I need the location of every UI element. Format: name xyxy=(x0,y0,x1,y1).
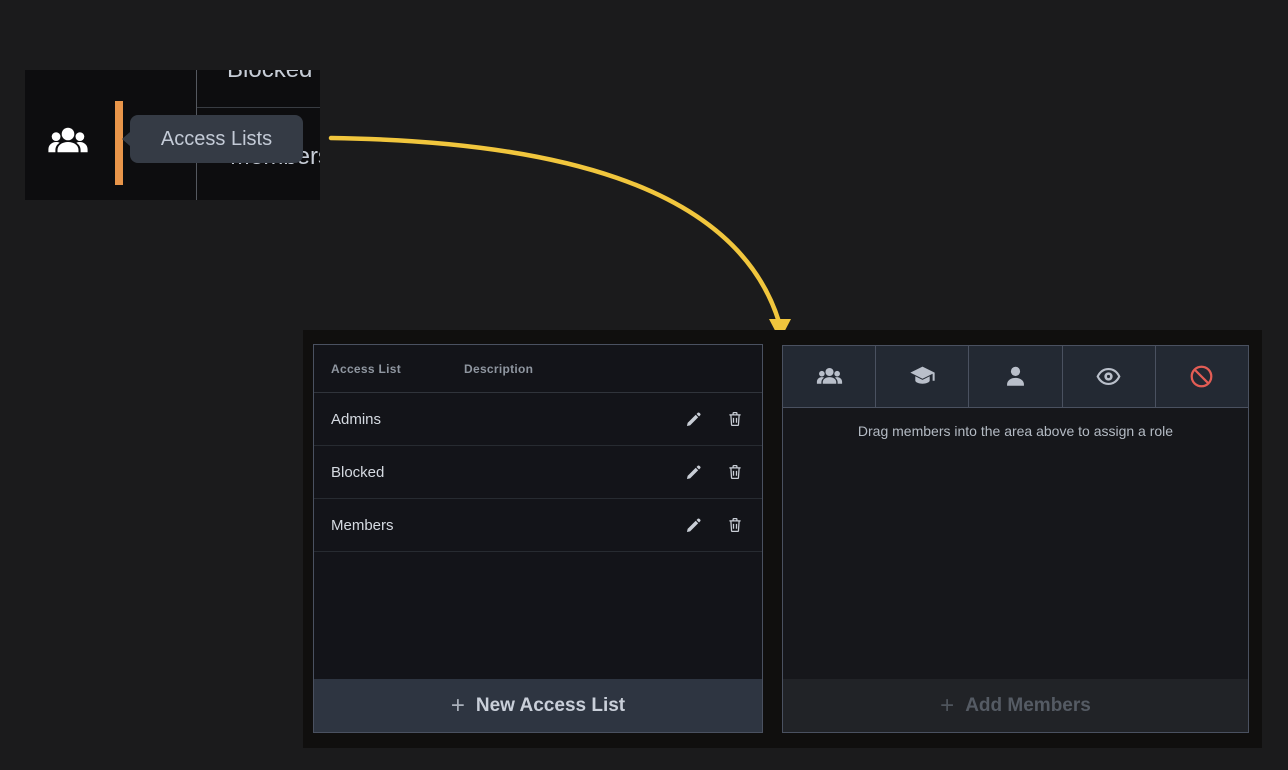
users-icon xyxy=(47,120,89,162)
delete-button[interactable] xyxy=(726,410,744,428)
row-actions xyxy=(685,516,762,534)
clipped-row-label-top: Blocked xyxy=(227,70,312,84)
role-slot-viewer[interactable] xyxy=(1063,346,1156,407)
sidebar-item-access-lists[interactable] xyxy=(47,120,89,162)
new-access-list-button[interactable]: + New Access List xyxy=(314,679,762,732)
access-list-name: Members xyxy=(314,517,464,534)
plus-icon: + xyxy=(451,694,465,718)
row-actions xyxy=(685,410,762,428)
plus-icon: + xyxy=(940,694,954,718)
role-slot-member[interactable] xyxy=(969,346,1062,407)
row-divider xyxy=(197,107,320,108)
delete-button[interactable] xyxy=(726,516,744,534)
trash-icon xyxy=(726,516,744,534)
new-access-list-label: New Access List xyxy=(476,695,625,717)
eye-icon xyxy=(1095,363,1122,390)
role-slot-row xyxy=(783,346,1248,408)
table-row[interactable]: Admins xyxy=(314,393,762,446)
delete-button[interactable] xyxy=(726,463,744,481)
table-row[interactable]: Members xyxy=(314,499,762,552)
table-row[interactable]: Blocked xyxy=(314,446,762,499)
arrow-curve xyxy=(331,138,779,322)
ban-icon xyxy=(1188,363,1215,390)
tooltip-caret xyxy=(122,132,130,146)
pencil-icon xyxy=(685,410,703,428)
column-header-description: Description xyxy=(464,362,762,376)
edit-button[interactable] xyxy=(685,516,703,534)
table-header: Access List Description xyxy=(314,345,762,393)
add-members-label: Add Members xyxy=(965,695,1091,717)
column-header-access-list: Access List xyxy=(314,362,464,376)
callout-snippet: Blocked Members Access Lists xyxy=(25,70,320,200)
role-slot-instructor[interactable] xyxy=(876,346,969,407)
role-slot-blocked[interactable] xyxy=(1156,346,1248,407)
pencil-icon xyxy=(685,463,703,481)
role-slot-admin[interactable] xyxy=(783,346,876,407)
edit-button[interactable] xyxy=(685,410,703,428)
tooltip-label: Access Lists xyxy=(161,128,272,151)
graduation-cap-icon xyxy=(909,363,936,390)
row-actions xyxy=(685,463,762,481)
edit-button[interactable] xyxy=(685,463,703,481)
access-list-name: Admins xyxy=(314,411,464,428)
access-lists-tooltip: Access Lists xyxy=(130,115,303,163)
roles-panel: Drag members into the area above to assi… xyxy=(782,345,1249,733)
user-icon xyxy=(1002,363,1029,390)
users-icon xyxy=(816,363,843,390)
access-lists-panel: Access List Description Admins Blocked xyxy=(313,344,763,733)
access-list-name: Blocked xyxy=(314,464,464,481)
trash-icon xyxy=(726,410,744,428)
pencil-icon xyxy=(685,516,703,534)
trash-icon xyxy=(726,463,744,481)
drag-hint-text: Drag members into the area above to assi… xyxy=(783,423,1248,439)
add-members-button[interactable]: + Add Members xyxy=(783,679,1248,732)
